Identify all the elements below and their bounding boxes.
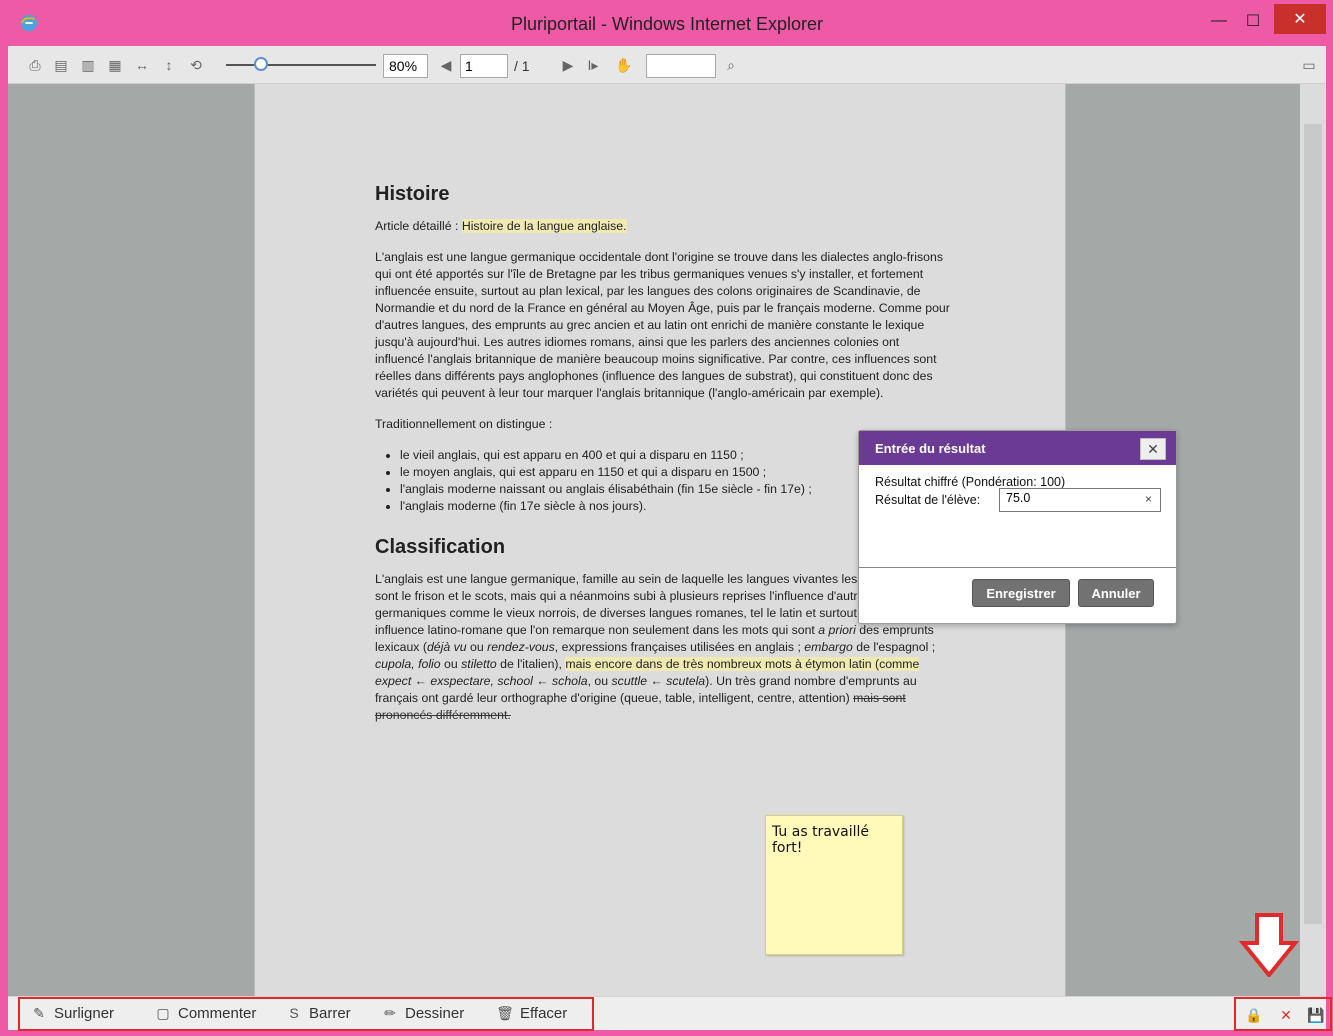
fit-height-icon[interactable]: ↕ xyxy=(159,55,179,75)
p3-ou2: , ou xyxy=(587,674,612,688)
strike-label: Barrer xyxy=(309,1004,351,1022)
page-number-value: 1 xyxy=(465,58,473,74)
p3-stiletto: stiletto xyxy=(461,657,497,671)
clear-field-icon[interactable]: × xyxy=(1145,492,1152,506)
dialog-divider xyxy=(859,567,1176,568)
erase-icon: 🗑 xyxy=(496,1004,514,1021)
sticky-note-text: Tu as travaillé fort! xyxy=(772,824,870,856)
section-title-histoire: Histoire xyxy=(375,183,450,205)
result-entry-dialog: Entrée du résultat ✕ Résultat chiffré (P… xyxy=(858,430,1177,624)
cancel-button[interactable]: Annuler xyxy=(1078,579,1154,607)
rotate-icon[interactable]: ⟲ xyxy=(186,55,206,75)
close-window-button[interactable]: ✕ xyxy=(1274,4,1326,34)
close-icon[interactable]: ✕ xyxy=(1140,438,1166,460)
p3-after: , expressions françaises utilisées en an… xyxy=(554,640,805,654)
lock-icon[interactable]: 🔒 xyxy=(1244,1005,1264,1025)
double-page-icon[interactable]: ▥ xyxy=(78,55,98,75)
intro-link[interactable]: Histoire de la langue anglaise. xyxy=(461,219,627,233)
highlight-button[interactable]: ✎ Surligner xyxy=(30,1004,114,1022)
print-icon[interactable]: ⎙ xyxy=(25,55,45,75)
fit-width-icon[interactable]: ↔ xyxy=(132,55,152,75)
window-title: Pluriportail - Windows Internet Explorer xyxy=(510,14,824,34)
save-button[interactable]: Enregistrer xyxy=(972,579,1070,607)
grid-view-icon[interactable]: ▦ xyxy=(105,55,125,75)
draw-icon: ✏ xyxy=(384,1004,396,1021)
comment-button[interactable]: ▢ Commenter xyxy=(154,1004,256,1022)
page-total: / 1 xyxy=(514,58,530,74)
p3-highlight: mais encore dans de très nombreux mots à… xyxy=(565,657,920,671)
paragraph-1: L'anglais est une langue germanique occi… xyxy=(375,250,950,400)
draw-label: Dessiner xyxy=(405,1004,465,1022)
erase-button[interactable]: 🗑 Effacer xyxy=(496,1004,567,1022)
p3-cupola: cupola, folio xyxy=(375,657,441,671)
p3-espagnol: de l'espagnol ; xyxy=(852,640,936,654)
intro-paragraph: Article détaillé : Histoire de la langue… xyxy=(375,218,950,235)
zoom-slider-track[interactable] xyxy=(226,64,376,66)
next-page-icon[interactable]: ▶ xyxy=(558,55,578,75)
comment-icon: ▢ xyxy=(156,1004,170,1021)
text-select-icon[interactable]: I▸ xyxy=(583,55,603,75)
minimize-button[interactable]: — xyxy=(1204,6,1234,36)
comment-label: Commenter xyxy=(178,1004,257,1022)
zoom-slider-knob[interactable] xyxy=(254,57,268,71)
p3-embargo: embargo xyxy=(804,640,853,654)
p3-dejavu: déjà vu xyxy=(426,640,467,654)
search-input[interactable] xyxy=(646,54,716,78)
strike-button[interactable]: S Barrer xyxy=(285,1004,351,1022)
sticky-note[interactable]: Tu as travaillé fort! xyxy=(765,815,903,955)
dialog-title: Entrée du résultat xyxy=(875,441,986,456)
previous-page-icon[interactable]: ◀ xyxy=(436,55,456,75)
dialog-header: Entrée du résultat ✕ xyxy=(859,431,1176,465)
dialog-subtitle: Résultat chiffré (Pondération: 100) xyxy=(875,475,1066,489)
maximize-button[interactable]: ☐ xyxy=(1238,6,1268,36)
scrollbar-thumb[interactable] xyxy=(1304,124,1322,924)
zoom-level-field[interactable]: 80% xyxy=(383,54,428,78)
title-bar: Pluriportail - Windows Internet Explorer… xyxy=(8,0,1326,46)
hand-tool-icon[interactable]: ✋ xyxy=(614,55,634,75)
zoom-level-value: 80% xyxy=(389,58,418,74)
p3-apriori: a priori xyxy=(818,623,856,637)
annotation-toolbar: ✎ Surligner ▢ Commenter S Barrer ✏ Dessi… xyxy=(8,996,1332,1031)
document-toolbar: ⎙ ▤ ▥ ▦ ↔ ↕ ⟲ 80% ◀ 1 / 1 ▶ I▸ ✋ ⌕ ▭ xyxy=(8,46,1326,84)
arrow-down-icon xyxy=(1238,913,1300,977)
single-page-icon[interactable]: ▤ xyxy=(51,55,71,75)
p3-scuttle: scuttle ← scutela xyxy=(611,674,706,688)
highlight-icon: ✎ xyxy=(33,1004,45,1021)
highlight-label: Surligner xyxy=(54,1004,115,1022)
fullscreen-icon[interactable]: ▭ xyxy=(1299,55,1319,75)
search-icon[interactable]: ⌕ xyxy=(721,55,741,75)
p3-expect: expect ← exspectare, school ← schola xyxy=(375,674,588,688)
page-number-field[interactable]: 1 xyxy=(460,54,508,78)
p3-rendezvous: rendez-vous xyxy=(487,640,555,654)
draw-button[interactable]: ✏ Dessiner xyxy=(381,1004,464,1022)
intro-prefix: Article détaillé : xyxy=(375,219,462,233)
save-icon[interactable]: 💾 xyxy=(1306,1005,1326,1025)
delete-icon[interactable]: ✕ xyxy=(1276,1005,1296,1025)
p3-italien: de l'italien), xyxy=(496,657,566,671)
result-value: 75.0 xyxy=(1006,491,1031,505)
erase-label: Effacer xyxy=(520,1004,568,1022)
result-field[interactable]: 75.0 × xyxy=(999,488,1161,512)
p3-stiletto-prefix: ou xyxy=(440,657,462,671)
strike-icon: S xyxy=(289,1005,299,1021)
p3-ou: ou xyxy=(466,640,488,654)
